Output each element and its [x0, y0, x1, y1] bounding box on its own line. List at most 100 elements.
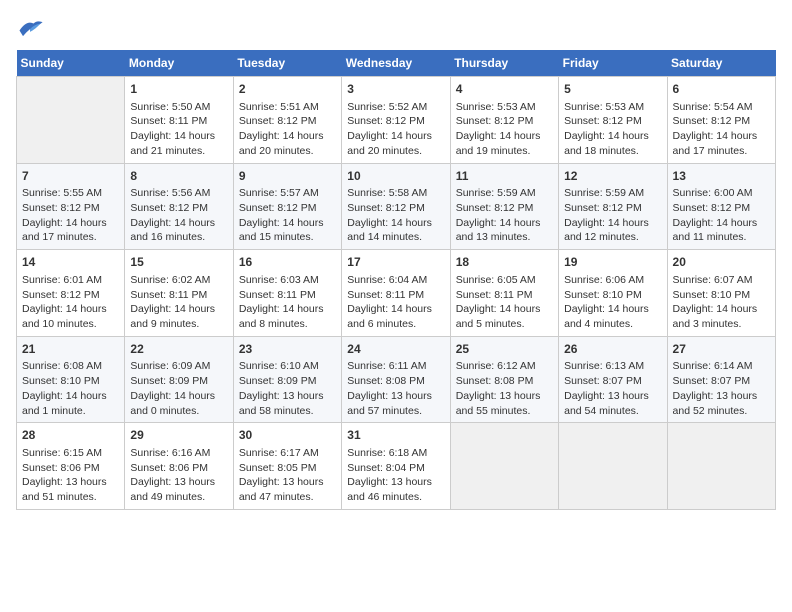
day-info: Sunrise: 6:14 AM Sunset: 8:07 PM Dayligh…	[673, 360, 761, 416]
day-number: 15	[130, 254, 227, 271]
day-info: Sunrise: 5:50 AM Sunset: 8:11 PM Dayligh…	[130, 101, 218, 157]
day-number: 21	[22, 341, 119, 358]
calendar-cell: 2 Sunrise: 5:51 AM Sunset: 8:12 PM Daylig…	[233, 77, 341, 164]
logo-icon	[16, 16, 44, 38]
day-number: 3	[347, 81, 444, 98]
day-info: Sunrise: 6:15 AM Sunset: 8:06 PM Dayligh…	[22, 447, 110, 503]
day-info: Sunrise: 6:13 AM Sunset: 8:07 PM Dayligh…	[564, 360, 652, 416]
day-number: 7	[22, 168, 119, 185]
day-number: 29	[130, 427, 227, 444]
calendar-cell: 23Sunrise: 6:10 AM Sunset: 8:09 PM Dayli…	[233, 336, 341, 423]
calendar-cell: 24 Sunrise: 6:11 AM Sunset: 8:08 PM Dayli…	[342, 336, 450, 423]
calendar-cell: 14 Sunrise: 6:01 AM Sunset: 8:12 PM Dayli…	[17, 250, 125, 337]
day-number: 20	[673, 254, 770, 271]
day-info: Sunrise: 5:59 AM Sunset: 8:12 PM Dayligh…	[456, 187, 544, 243]
day-info: Sunrise: 6:01 AM Sunset: 8:12 PM Dayligh…	[22, 274, 110, 330]
day-info: Sunrise: 5:56 AM Sunset: 8:12 PM Dayligh…	[130, 187, 218, 243]
day-number: 26	[564, 341, 661, 358]
week-row-1: 1Sunrise: 5:50 AM Sunset: 8:11 PM Daylig…	[17, 77, 776, 164]
day-header-saturday: Saturday	[667, 50, 775, 77]
calendar-cell: 10Sunrise: 5:58 AM Sunset: 8:12 PM Dayli…	[342, 163, 450, 250]
day-info: Sunrise: 5:51 AM Sunset: 8:12 PM Dayligh…	[239, 101, 327, 157]
day-info: Sunrise: 6:12 AM Sunset: 8:08 PM Dayligh…	[456, 360, 544, 416]
calendar-cell: 28 Sunrise: 6:15 AM Sunset: 8:06 PM Dayli…	[17, 423, 125, 510]
day-number: 31	[347, 427, 444, 444]
calendar-cell: 4 Sunrise: 5:53 AM Sunset: 8:12 PM Daylig…	[450, 77, 558, 164]
day-number: 28	[22, 427, 119, 444]
calendar-cell: 26 Sunrise: 6:13 AM Sunset: 8:07 PM Dayli…	[559, 336, 667, 423]
calendar-cell: 6Sunrise: 5:54 AM Sunset: 8:12 PM Daylig…	[667, 77, 775, 164]
calendar-cell	[667, 423, 775, 510]
day-number: 24	[347, 341, 444, 358]
day-number: 25	[456, 341, 553, 358]
day-info: Sunrise: 5:55 AM Sunset: 8:12 PM Dayligh…	[22, 187, 110, 243]
day-info: Sunrise: 6:16 AM Sunset: 8:06 PM Dayligh…	[130, 447, 218, 503]
day-info: Sunrise: 6:03 AM Sunset: 8:11 PM Dayligh…	[239, 274, 327, 330]
calendar-cell: 15 Sunrise: 6:02 AM Sunset: 8:11 PM Dayli…	[125, 250, 233, 337]
calendar-cell: 22Sunrise: 6:09 AM Sunset: 8:09 PM Dayli…	[125, 336, 233, 423]
calendar-cell: 17 Sunrise: 6:04 AM Sunset: 8:11 PM Dayli…	[342, 250, 450, 337]
calendar-cell: 9 Sunrise: 5:57 AM Sunset: 8:12 PM Daylig…	[233, 163, 341, 250]
calendar-cell: 18 Sunrise: 6:05 AM Sunset: 8:11 PM Dayli…	[450, 250, 558, 337]
day-header-friday: Friday	[559, 50, 667, 77]
day-info: Sunrise: 6:04 AM Sunset: 8:11 PM Dayligh…	[347, 274, 435, 330]
calendar-cell	[559, 423, 667, 510]
day-header-monday: Monday	[125, 50, 233, 77]
logo	[16, 16, 48, 38]
day-info: Sunrise: 6:05 AM Sunset: 8:11 PM Dayligh…	[456, 274, 544, 330]
calendar-cell: 31Sunrise: 6:18 AM Sunset: 8:04 PM Dayli…	[342, 423, 450, 510]
day-info: Sunrise: 6:07 AM Sunset: 8:10 PM Dayligh…	[673, 274, 761, 330]
day-number: 8	[130, 168, 227, 185]
calendar-cell: 13 Sunrise: 6:00 AM Sunset: 8:12 PM Dayli…	[667, 163, 775, 250]
calendar-cell: 11Sunrise: 5:59 AM Sunset: 8:12 PM Dayli…	[450, 163, 558, 250]
calendar-cell: 7 Sunrise: 5:55 AM Sunset: 8:12 PM Daylig…	[17, 163, 125, 250]
calendar-cell: 29 Sunrise: 6:16 AM Sunset: 8:06 PM Dayli…	[125, 423, 233, 510]
day-number: 4	[456, 81, 553, 98]
calendar-cell: 12Sunrise: 5:59 AM Sunset: 8:12 PM Dayli…	[559, 163, 667, 250]
day-number: 17	[347, 254, 444, 271]
day-number: 19	[564, 254, 661, 271]
day-info: Sunrise: 5:57 AM Sunset: 8:12 PM Dayligh…	[239, 187, 327, 243]
calendar-cell: 21Sunrise: 6:08 AM Sunset: 8:10 PM Dayli…	[17, 336, 125, 423]
header	[16, 16, 776, 38]
calendar-cell: 16 Sunrise: 6:03 AM Sunset: 8:11 PM Dayli…	[233, 250, 341, 337]
calendar-cell	[450, 423, 558, 510]
day-header-sunday: Sunday	[17, 50, 125, 77]
day-info: Sunrise: 6:00 AM Sunset: 8:12 PM Dayligh…	[673, 187, 761, 243]
day-header-tuesday: Tuesday	[233, 50, 341, 77]
calendar-cell: 8 Sunrise: 5:56 AM Sunset: 8:12 PM Daylig…	[125, 163, 233, 250]
day-info: Sunrise: 6:06 AM Sunset: 8:10 PM Dayligh…	[564, 274, 652, 330]
day-info: Sunrise: 5:53 AM Sunset: 8:12 PM Dayligh…	[564, 101, 652, 157]
day-info: Sunrise: 6:11 AM Sunset: 8:08 PM Dayligh…	[347, 360, 435, 416]
calendar-cell: 20 Sunrise: 6:07 AM Sunset: 8:10 PM Dayli…	[667, 250, 775, 337]
day-number: 23	[239, 341, 336, 358]
day-number: 9	[239, 168, 336, 185]
day-info: Sunrise: 6:02 AM Sunset: 8:11 PM Dayligh…	[130, 274, 218, 330]
day-info: Sunrise: 5:52 AM Sunset: 8:12 PM Dayligh…	[347, 101, 435, 157]
calendar-cell	[17, 77, 125, 164]
week-row-3: 14 Sunrise: 6:01 AM Sunset: 8:12 PM Dayli…	[17, 250, 776, 337]
day-number: 14	[22, 254, 119, 271]
calendar-cell: 27Sunrise: 6:14 AM Sunset: 8:07 PM Dayli…	[667, 336, 775, 423]
day-number: 12	[564, 168, 661, 185]
week-row-5: 28 Sunrise: 6:15 AM Sunset: 8:06 PM Dayli…	[17, 423, 776, 510]
calendar-cell: 5Sunrise: 5:53 AM Sunset: 8:12 PM Daylig…	[559, 77, 667, 164]
day-info: Sunrise: 5:53 AM Sunset: 8:12 PM Dayligh…	[456, 101, 544, 157]
calendar-cell: 25 Sunrise: 6:12 AM Sunset: 8:08 PM Dayli…	[450, 336, 558, 423]
day-number: 2	[239, 81, 336, 98]
week-row-4: 21Sunrise: 6:08 AM Sunset: 8:10 PM Dayli…	[17, 336, 776, 423]
day-info: Sunrise: 5:58 AM Sunset: 8:12 PM Dayligh…	[347, 187, 435, 243]
day-number: 13	[673, 168, 770, 185]
day-number: 6	[673, 81, 770, 98]
week-row-2: 7 Sunrise: 5:55 AM Sunset: 8:12 PM Daylig…	[17, 163, 776, 250]
day-number: 30	[239, 427, 336, 444]
day-info: Sunrise: 6:09 AM Sunset: 8:09 PM Dayligh…	[130, 360, 218, 416]
calendar-table: SundayMondayTuesdayWednesdayThursdayFrid…	[16, 50, 776, 510]
calendar-cell: 1Sunrise: 5:50 AM Sunset: 8:11 PM Daylig…	[125, 77, 233, 164]
day-number: 16	[239, 254, 336, 271]
day-number: 18	[456, 254, 553, 271]
calendar-cell: 19 Sunrise: 6:06 AM Sunset: 8:10 PM Dayli…	[559, 250, 667, 337]
header-row: SundayMondayTuesdayWednesdayThursdayFrid…	[17, 50, 776, 77]
day-info: Sunrise: 6:17 AM Sunset: 8:05 PM Dayligh…	[239, 447, 327, 503]
calendar-cell: 3 Sunrise: 5:52 AM Sunset: 8:12 PM Daylig…	[342, 77, 450, 164]
